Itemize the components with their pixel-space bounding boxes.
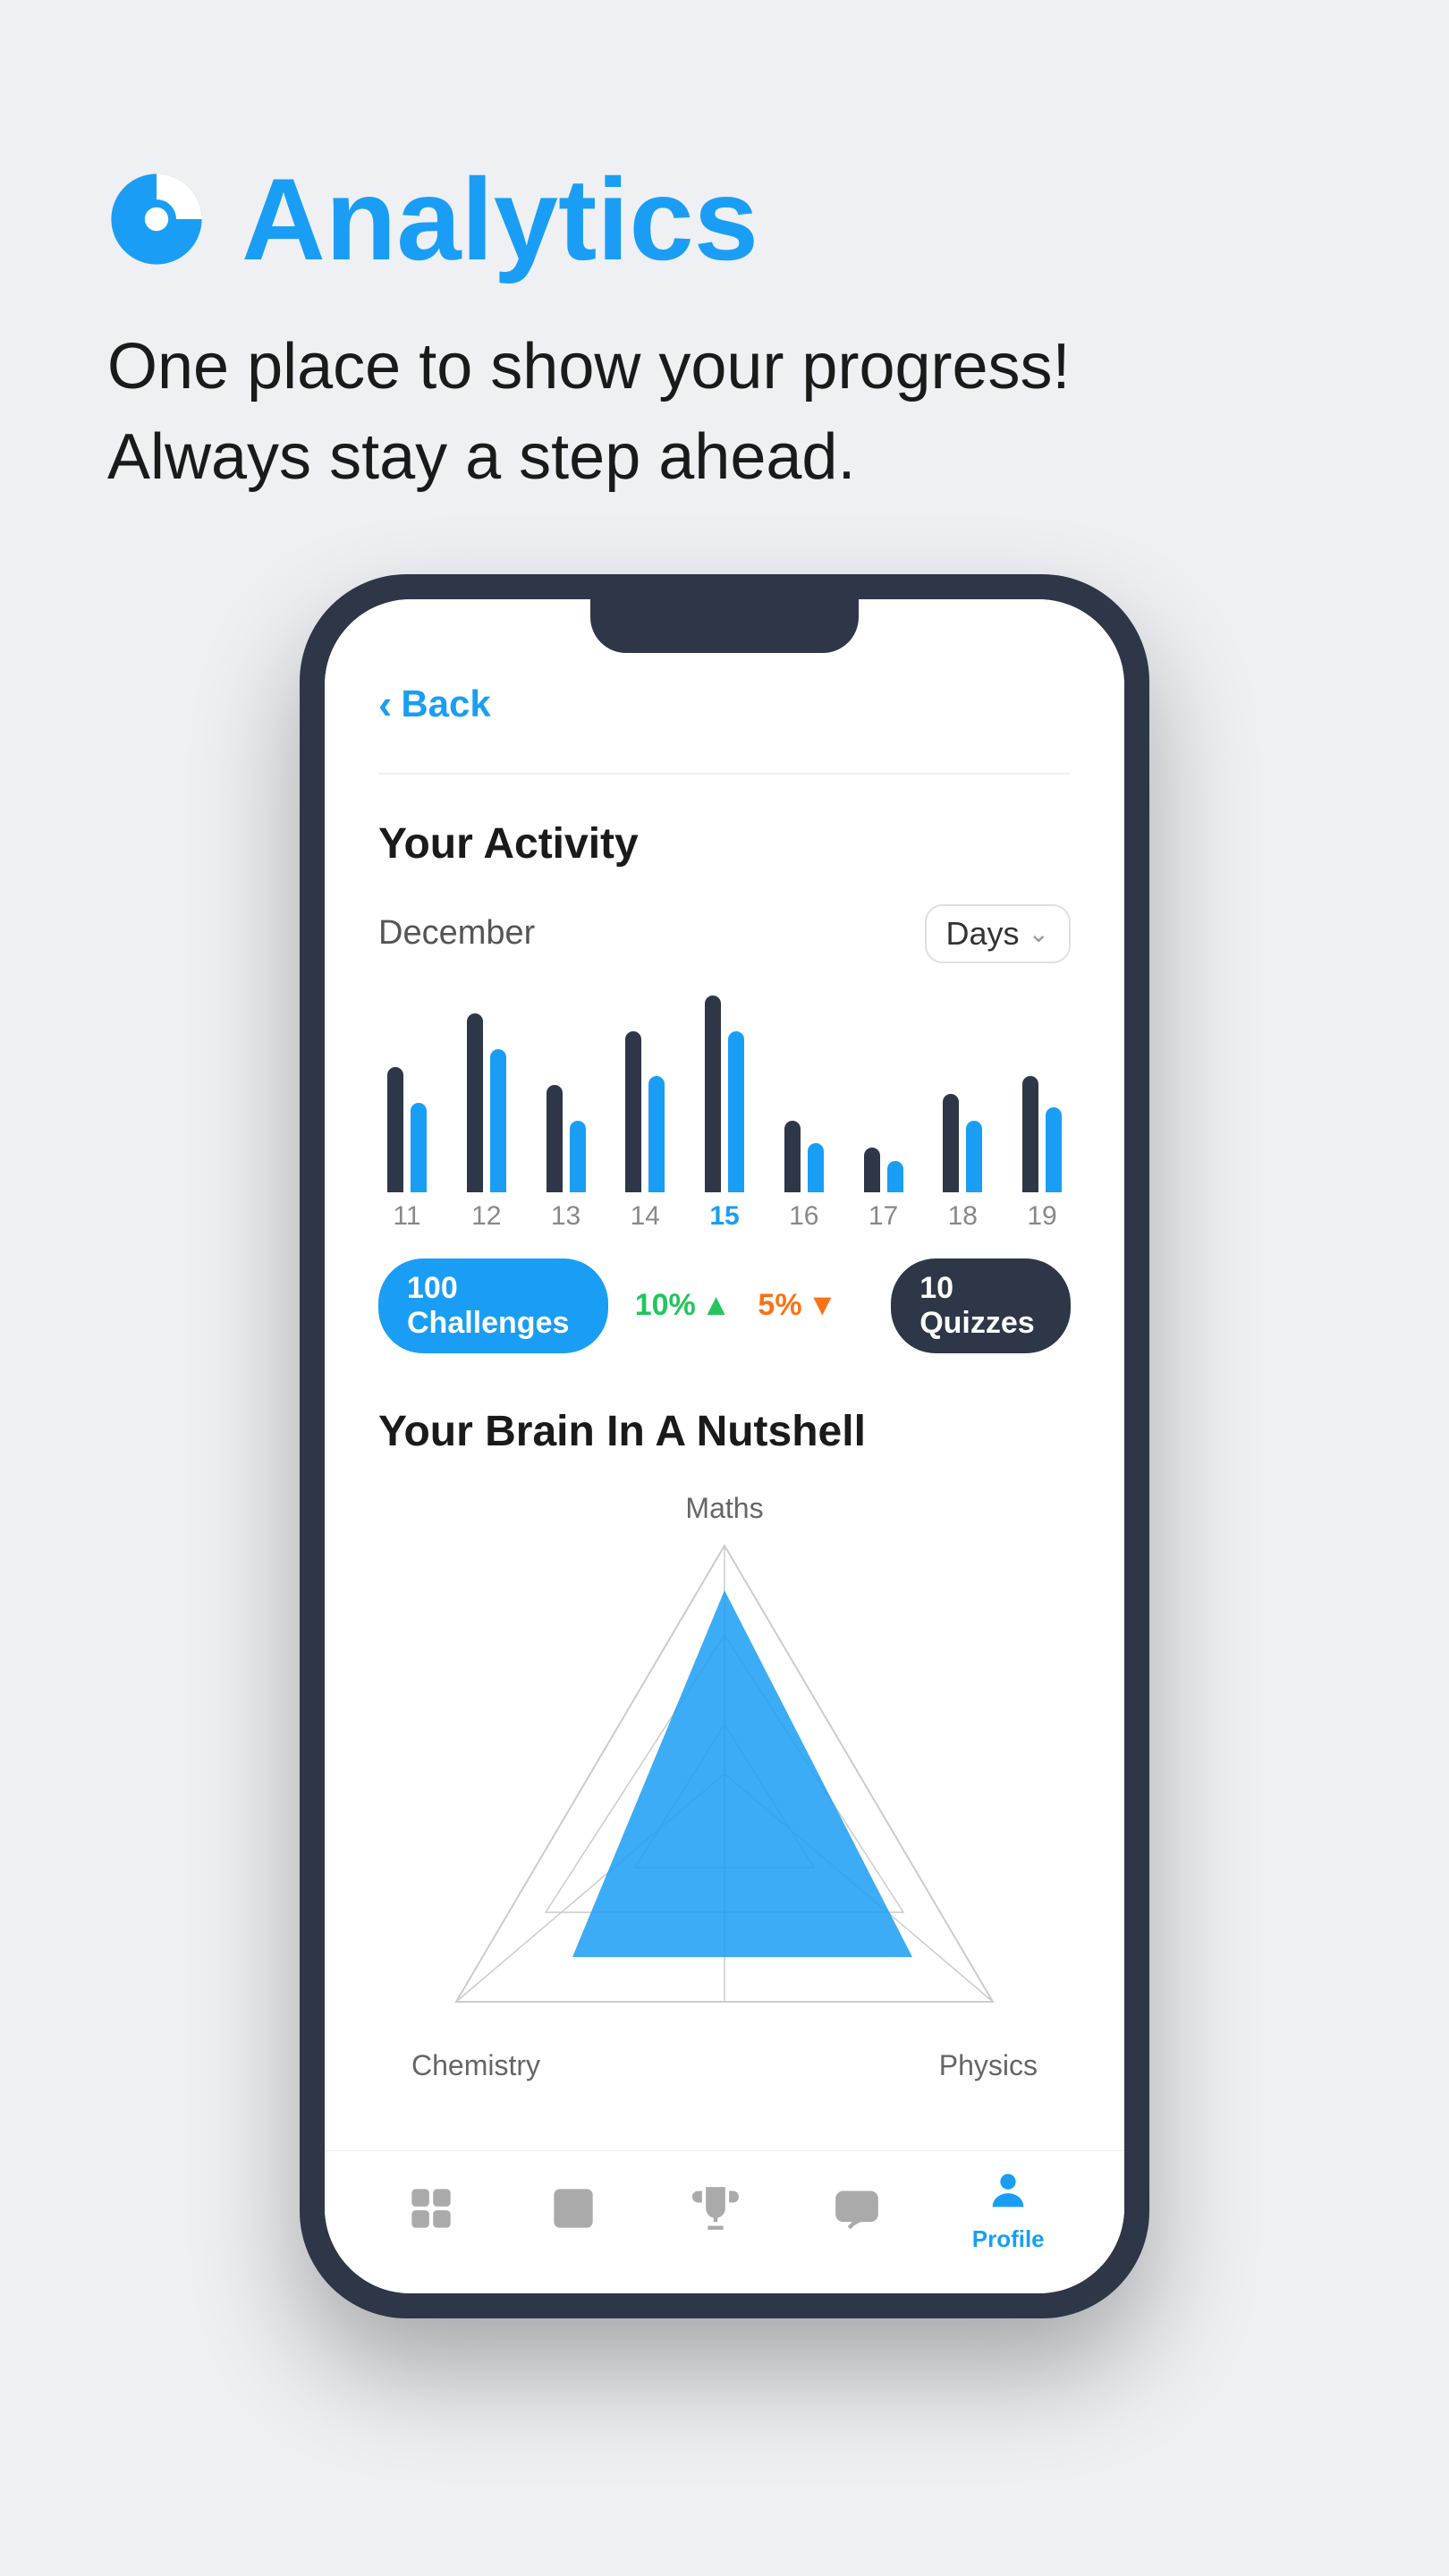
phone-screen: ‹ Back Your Activity December Days ⌄ xyxy=(325,599,1124,2293)
title-row: Analytics xyxy=(107,161,1342,277)
bar-group-17: 17 xyxy=(864,1148,903,1232)
bar-group-14: 14 xyxy=(625,1031,665,1232)
back-label: Back xyxy=(401,682,490,725)
lessons-icon xyxy=(547,2182,600,2235)
bar-blue-17 xyxy=(887,1161,903,1192)
bar-group-15: 15 xyxy=(705,996,744,1232)
subtitle: One place to show your progress! Always … xyxy=(107,322,1342,503)
analytics-icon xyxy=(107,170,206,268)
month-label: December xyxy=(378,914,535,953)
bar-blue-11 xyxy=(411,1103,427,1192)
bar-label-18: 18 xyxy=(948,1201,978,1232)
bar-blue-12 xyxy=(490,1049,506,1192)
bar-group-19: 19 xyxy=(1022,1076,1062,1232)
radar-container: Maths Chemistry Physics xyxy=(378,1492,1071,2082)
bar-dark-15 xyxy=(705,996,721,1192)
bar-dark-11 xyxy=(387,1067,403,1192)
bar-dark-13 xyxy=(547,1085,563,1192)
screen-content: ‹ Back Your Activity December Days ⌄ xyxy=(325,599,1124,2293)
bar-blue-15 xyxy=(728,1031,744,1192)
challenges-badge: 100 Challenges xyxy=(378,1258,608,1353)
profile-nav-label: Profile xyxy=(972,2225,1045,2253)
bar-blue-13 xyxy=(570,1121,586,1192)
nav-item-trophy[interactable] xyxy=(689,2182,742,2235)
bar-dark-17 xyxy=(864,1148,880,1192)
bar-group-11: 11 xyxy=(387,1067,427,1232)
challenges-label: Challenges xyxy=(407,1306,569,1340)
phone-notch xyxy=(590,599,859,653)
quizzes-badge: 10 Quizzes xyxy=(891,1258,1071,1353)
bar-label-12: 12 xyxy=(471,1201,501,1232)
phone-outer: ‹ Back Your Activity December Days ⌄ xyxy=(300,574,1149,2318)
activity-header: December Days ⌄ xyxy=(378,904,1071,963)
brain-section: Your Brain In A Nutshell Maths Chemistry… xyxy=(378,1407,1071,2082)
bar-dark-12 xyxy=(467,1013,483,1192)
home-icon xyxy=(404,2182,458,2235)
arrow-up-icon: ▲ xyxy=(701,1288,732,1323)
bar-chart: 11 12 xyxy=(378,999,1071,1232)
page-title: Analytics xyxy=(242,161,758,277)
radar-chart xyxy=(411,1519,1038,2055)
header-section: Analytics One place to show your progres… xyxy=(107,161,1342,503)
bar-label-15: 15 xyxy=(709,1201,739,1232)
stat-change-up: 10% ▲ xyxy=(635,1288,732,1323)
nav-item-profile[interactable]: Profile xyxy=(972,2165,1045,2253)
bar-blue-14 xyxy=(648,1076,665,1192)
profile-icon xyxy=(981,2165,1035,2218)
bar-label-11: 11 xyxy=(393,1201,420,1232)
bar-label-13: 13 xyxy=(551,1201,580,1232)
stats-row: 100 Challenges 10% ▲ 5% ▼ xyxy=(378,1258,1071,1353)
bottom-nav: Profile xyxy=(325,2150,1124,2293)
bar-group-16: 16 xyxy=(784,1121,824,1232)
bar-label-19: 19 xyxy=(1027,1201,1056,1232)
back-button[interactable]: ‹ Back xyxy=(378,680,1071,728)
nav-item-lessons[interactable] xyxy=(547,2182,600,2235)
stat-change-down: 5% ▼ xyxy=(758,1288,837,1323)
back-chevron-icon: ‹ xyxy=(378,680,392,728)
bar-label-14: 14 xyxy=(631,1201,660,1232)
change2-value: 5% xyxy=(758,1288,801,1323)
nav-item-home[interactable] xyxy=(404,2182,458,2235)
arrow-down-icon: ▼ xyxy=(808,1288,838,1323)
days-label: Days xyxy=(946,915,1020,953)
divider xyxy=(378,773,1071,775)
bar-dark-14 xyxy=(625,1031,641,1192)
bar-dark-18 xyxy=(943,1094,959,1192)
days-dropdown[interactable]: Days ⌄ xyxy=(925,904,1072,963)
chat-icon xyxy=(830,2182,884,2235)
challenges-count: 100 xyxy=(407,1271,458,1305)
bar-dark-19 xyxy=(1022,1076,1038,1192)
phone-container: ‹ Back Your Activity December Days ⌄ xyxy=(107,574,1342,2318)
activity-title: Your Activity xyxy=(378,819,1071,869)
quizzes-label: Quizzes xyxy=(919,1306,1034,1340)
page-wrapper: Analytics One place to show your progres… xyxy=(0,0,1449,2576)
bar-group-13: 13 xyxy=(547,1085,586,1232)
change1-value: 10% xyxy=(635,1288,696,1323)
bar-blue-19 xyxy=(1046,1107,1062,1192)
brain-title: Your Brain In A Nutshell xyxy=(378,1407,1071,1456)
trophy-icon xyxy=(689,2182,742,2235)
bar-dark-16 xyxy=(784,1121,801,1192)
bar-blue-16 xyxy=(808,1143,824,1192)
bar-blue-18 xyxy=(966,1121,982,1192)
chevron-down-icon: ⌄ xyxy=(1029,919,1049,948)
bar-group-18: 18 xyxy=(943,1094,982,1232)
bar-label-17: 17 xyxy=(869,1201,898,1232)
bar-label-16: 16 xyxy=(789,1201,818,1232)
nav-item-chat[interactable] xyxy=(830,2182,884,2235)
quizzes-count: 10 xyxy=(919,1271,953,1305)
bar-group-12: 12 xyxy=(467,1013,506,1232)
